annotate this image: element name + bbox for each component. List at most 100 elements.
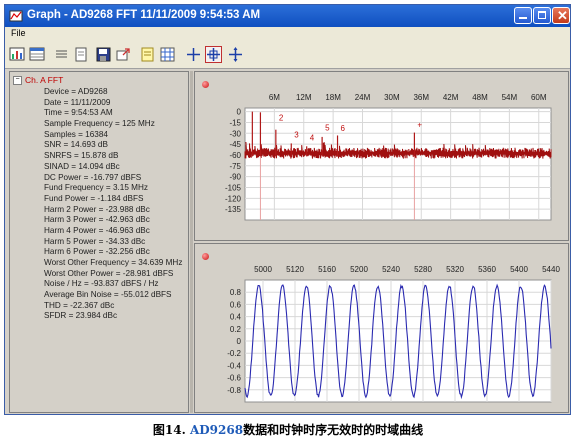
x-tick-label: 5200 [350,265,368,274]
tree-item[interactable]: Sample Frequency = 125 MHz [44,119,182,130]
cursor-icon[interactable] [185,46,202,63]
x-tick-label: 5360 [478,265,496,274]
x-tick-label: 48M [472,93,488,102]
figure-caption: 图14. AD9268数据和时钟时序无效时的时域曲线 [0,421,576,438]
pan-icon[interactable] [227,46,244,63]
x-tick-label: 54M [502,93,518,102]
time-domain-chart: 5000 5120 5160 5200 5240 5280 5320 5360 5400 5440… [227,265,560,403]
fft-chart: 6M 12M 18M 24M 30M 36M 42M 48M 54M 60M 0-15 -30 -45 -… [225,93,552,221]
x-tick-label: 18M [325,93,341,102]
graph-window: Graph - AD9268 FFT 11/11/2009 9:54:53 AM… [4,4,571,415]
tree-item[interactable]: Harm 3 Power = -42.963 dBc [44,215,182,226]
notes-icon[interactable] [139,46,156,63]
harmonic-label: 2 [279,113,284,122]
tree-item[interactable]: SNRFS = 15.878 dB [44,151,182,162]
tree-item[interactable]: Noise / Hz = -93.837 dBFS / Hz [44,279,182,290]
splitter[interactable] [190,71,193,413]
tree-item[interactable]: Date = 11/11/2009 [44,98,182,109]
tree-item[interactable]: SINAD = 14.094 dBc [44,162,182,173]
tree-item[interactable]: Fund Frequency = 3.15 MHz [44,183,182,194]
x-tick-label: 30M [384,93,400,102]
maximize-icon [538,11,546,19]
caption-prefix: 图14. [152,423,190,437]
minimize-button[interactable] [514,7,532,24]
tree-item[interactable]: Device = AD9268 [44,87,182,98]
tree-item[interactable]: Average Bin Noise = -55.012 dBFS [44,290,182,301]
y-tick-label: -120 [225,194,242,203]
maximize-button[interactable] [533,7,551,24]
y-tick-label: -0.8 [227,386,241,395]
y-tick-label: -0.6 [227,374,241,383]
x-tick-label: 24M [355,93,371,102]
x-tick-label: 5440 [542,265,560,274]
y-tick-label: 0.8 [230,288,242,297]
print-preview-icon[interactable] [73,46,90,63]
tree-root[interactable]: − Ch. A FFT [13,75,64,86]
grid-icon[interactable] [159,46,176,63]
table-icon[interactable] [29,46,46,63]
y-tick-label: -45 [229,140,241,149]
collapse-icon[interactable]: − [13,76,22,86]
harmonic-label: 3 [294,131,299,140]
caption-device: AD9268 [189,423,244,437]
zoom-box-icon[interactable] [205,46,222,63]
save-icon[interactable] [95,46,112,63]
tree-item[interactable]: Fund Power = -1.184 dBFS [44,194,182,205]
tree-item[interactable]: Harm 6 Power = -32.256 dBc [44,247,182,258]
x-tick-label: 42M [443,93,459,102]
window-title: Graph - AD9268 FFT 11/11/2009 9:54:53 AM [27,9,261,21]
tree-root-label: Ch. A FFT [25,75,64,85]
x-tick-label: 5240 [382,265,400,274]
app-icon [9,10,23,22]
title-bar[interactable]: Graph - AD9268 FFT 11/11/2009 9:54:53 AM… [5,5,570,27]
x-tick-label: 5400 [510,265,528,274]
x-tick-label: 36M [413,93,429,102]
tree-item[interactable]: SFDR = 23.984 dBc [44,311,182,322]
tree-item[interactable]: DC Power = -16.797 dBFS [44,173,182,184]
harmonic-label: + [417,121,422,130]
tree-item[interactable]: SNR = 14.693 dB [44,140,182,151]
y-tick-label: -60 [229,151,241,160]
harmonic-label: 5 [325,123,330,132]
y-tick-label: -0.4 [227,361,241,370]
harmonic-label: 4 [310,134,315,143]
tree-item[interactable]: Samples = 16384 [44,130,182,141]
tree-item[interactable]: Harm 5 Power = -34.33 dBc [44,237,182,248]
y-tick-label: 0.6 [230,300,242,309]
harmonic-label: 6 [341,124,346,133]
tree-item[interactable]: Harm 2 Power = -23.988 dBc [44,205,182,216]
minimize-icon [519,17,527,19]
x-tick-label: 5280 [414,265,432,274]
chart-icon[interactable] [9,46,26,63]
tree-item[interactable]: Worst Other Frequency = 34.639 MHz [44,258,182,269]
fft-plot-pane: 6M 12M 18M 24M 30M 36M 42M 48M 54M 60M 0 -15 -30 -45 -… [194,71,569,241]
x-tick-label: 60M [531,93,547,102]
y-tick-label: -90 [229,173,241,182]
close-icon: ✕ [557,8,568,23]
menu-file[interactable]: File [11,28,26,38]
x-tick-label: 5000 [254,265,272,274]
y-tick-label: -15 [229,118,241,127]
tree-item[interactable]: Time = 9:54:53 AM [44,108,182,119]
plot-area [244,107,552,221]
close-button[interactable]: ✕ [552,7,570,24]
x-tick-label: 5120 [286,265,304,274]
time-domain-plot-pane: 5000 5120 5160 5200 5240 5280 5320 5360 5400 5440… [194,243,569,413]
y-tick-label: -135 [225,205,242,214]
x-tick-label: 5160 [318,265,336,274]
x-tick-label: 5320 [446,265,464,274]
tree-item[interactable]: Worst Other Power = -28.981 dBFS [44,269,182,280]
tree-item[interactable]: THD = -22.367 dBc [44,301,182,312]
y-tick-label: 0 [237,337,242,346]
y-tick-label: 0.2 [230,325,242,334]
export-icon[interactable] [115,46,132,63]
y-tick-label: -0.2 [227,349,241,358]
results-tree-panel: − Ch. A FFT Device = AD9268 Date = 11/11/2… [9,71,189,413]
menu-bar: File [5,27,570,41]
tree-item[interactable]: Harm 4 Power = -46.963 dBc [44,226,182,237]
list-icon[interactable] [53,46,70,63]
y-tick-label: 0.4 [230,313,242,322]
x-tick-label: 12M [296,93,312,102]
y-tick-label: -30 [229,129,241,138]
toolbar [5,41,570,69]
